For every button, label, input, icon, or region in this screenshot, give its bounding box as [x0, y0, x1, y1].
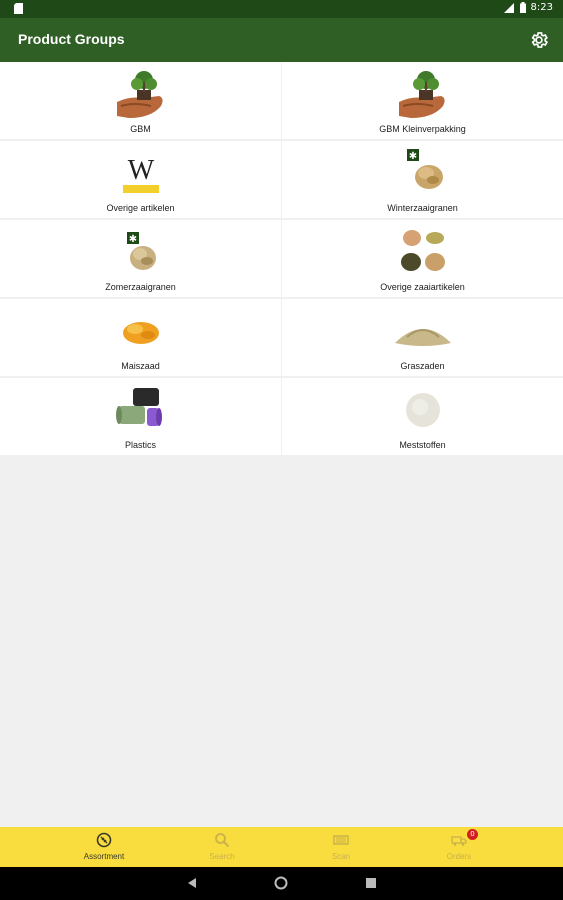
plastic-rolls-icon [115, 388, 162, 426]
grain-pile-snow-icon: ✱ [406, 149, 443, 189]
tile-label: Maiszaad [121, 361, 160, 371]
back-icon[interactable] [187, 877, 197, 889]
app-bar: Product Groups [0, 18, 563, 62]
tile-label: Zomerzaaigranen [105, 282, 176, 292]
bottom-navigation: Assortment Search Scan 0 Orders [0, 827, 563, 867]
product-group-tile-winterzaaigranen[interactable]: ✱ Winterzaaigranen [282, 141, 563, 218]
product-group-tile-meststoffen[interactable]: Meststoffen [282, 378, 563, 455]
tile-label: Plastics [124, 440, 156, 450]
assortment-icon [96, 832, 112, 848]
status-right: 8:23 [503, 2, 553, 13]
status-bar: 8:23 [0, 0, 563, 18]
signal-icon [503, 2, 514, 13]
orders-badge: 0 [467, 829, 478, 840]
status-time: 8:23 [530, 2, 553, 13]
product-group-tile-maiszaad[interactable]: Maiszaad [0, 299, 281, 376]
recents-icon[interactable] [366, 878, 376, 888]
product-group-tile-zomerzaaigranen[interactable]: ✱ Zomerzaaigranen [0, 220, 281, 297]
nav-orders[interactable]: 0 Orders [389, 827, 529, 867]
product-group-grid: GBM GBM Kleinverpakking W Overige artike… [0, 62, 563, 455]
grain-pile-snow-icon: ✱ [126, 232, 156, 270]
search-icon [215, 833, 230, 848]
system-navigation-bar [0, 867, 563, 900]
fertilizer-pile-icon [405, 393, 440, 427]
settings-gear-icon[interactable] [529, 30, 549, 50]
home-icon[interactable] [274, 876, 288, 890]
tile-label: GBM Kleinverpakking [379, 124, 466, 134]
product-group-tile-graszaden[interactable]: Graszaden [282, 299, 563, 376]
corn-seed-pile-icon [122, 322, 159, 344]
plant-in-hand-icon [398, 71, 445, 118]
tile-label: Meststoffen [399, 440, 446, 450]
tile-label: Graszaden [400, 361, 445, 371]
grass-seed-pile-icon [394, 329, 451, 346]
svg-text:W: W [127, 155, 154, 186]
scan-icon [333, 835, 349, 845]
battery-icon [519, 2, 526, 13]
seed-piles-icon [400, 230, 445, 271]
tile-label: Overige zaaiartikelen [380, 282, 465, 292]
tile-label: GBM [130, 124, 151, 134]
nav-label: Orders [446, 852, 472, 861]
product-group-tile-plastics[interactable]: Plastics [0, 378, 281, 455]
product-group-tile-gbm[interactable]: GBM [0, 62, 281, 139]
truck-icon [451, 836, 467, 846]
product-group-tile-gbm-kleinverpakking[interactable]: GBM Kleinverpakking [282, 62, 563, 139]
product-group-tile-overige-artikelen[interactable]: W Overige artikelen [0, 141, 281, 218]
svg-text:✱: ✱ [128, 234, 136, 245]
tile-label: Winterzaaigranen [387, 203, 458, 213]
w-logo-icon: W [122, 155, 159, 193]
product-group-tile-overige-zaaiartikelen[interactable]: Overige zaaiartikelen [282, 220, 563, 297]
page-title: Product Groups [18, 31, 125, 47]
svg-text:✱: ✱ [408, 151, 416, 162]
tile-label: Overige artikelen [106, 203, 175, 213]
plant-in-hand-icon [116, 71, 163, 118]
sd-card-icon [14, 3, 23, 14]
